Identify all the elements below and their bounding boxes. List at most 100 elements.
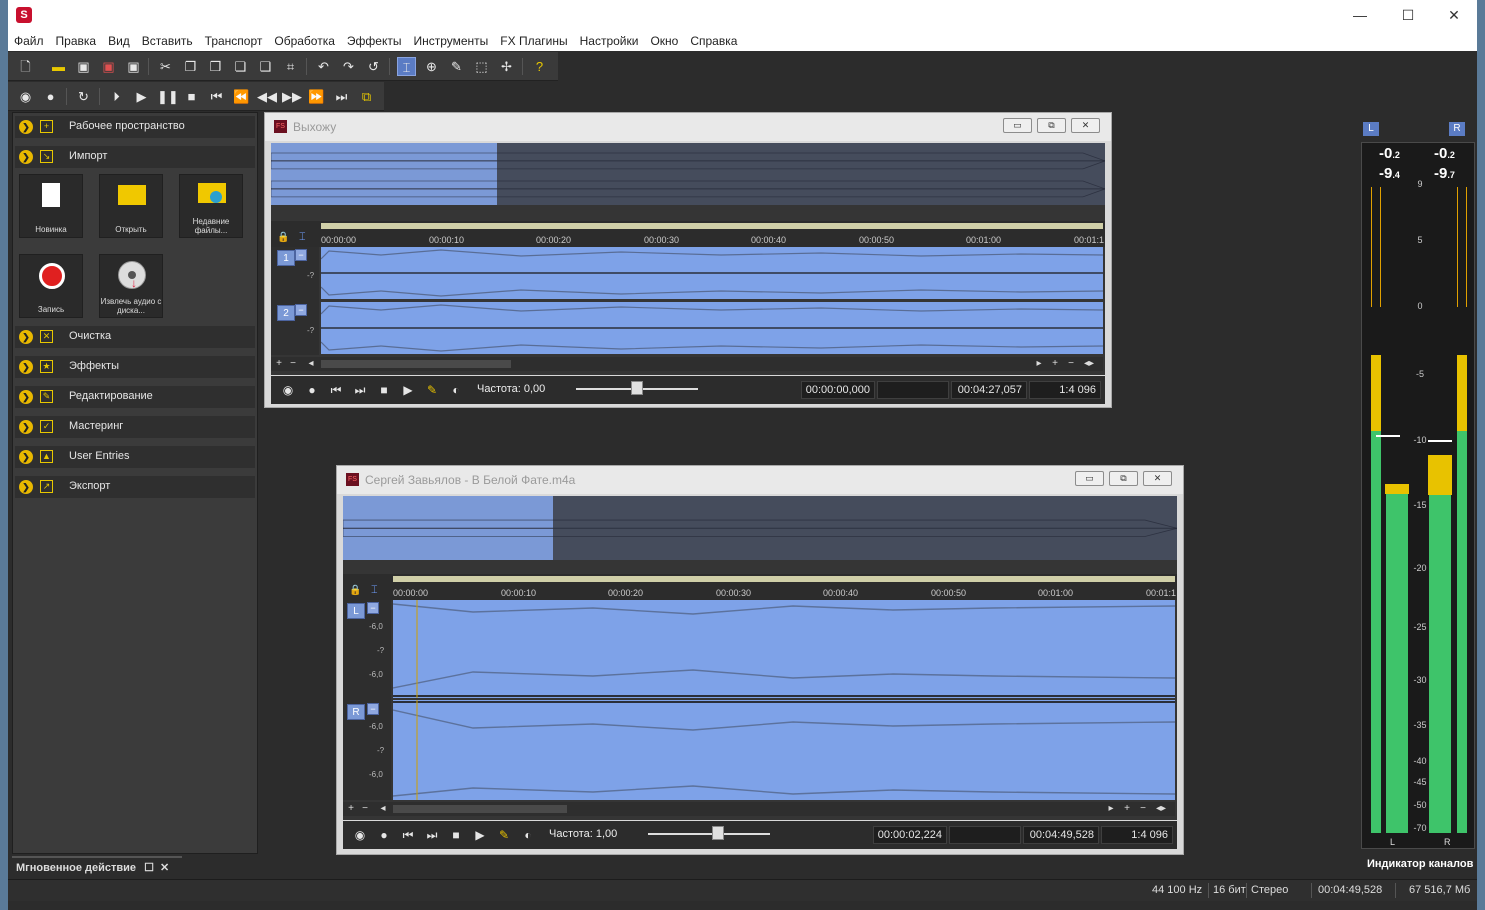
scroll-right-icon[interactable]: ▸ <box>1033 357 1045 371</box>
section-workspace[interactable]: ❯ + Рабочее пространство <box>15 116 255 138</box>
undo-icon[interactable]: ↶ <box>314 57 333 76</box>
menu-window[interactable]: Окно <box>644 31 684 51</box>
tile-recent[interactable]: Недавние файлы... <box>179 174 243 238</box>
playback-rate-slider[interactable] <box>576 381 698 395</box>
scroll-thumb[interactable] <box>393 805 567 813</box>
menu-fx-plugins[interactable]: FX Плагины <box>494 31 573 51</box>
zoom-out-icon[interactable]: − <box>359 802 371 816</box>
section-import[interactable]: ❯ ↘ Импорт <box>15 146 255 168</box>
position-field[interactable]: 00:00:00,000 <box>801 381 875 399</box>
zoom-field[interactable]: 1:4 096 <box>1029 381 1101 399</box>
forward-icon[interactable]: ▶▶ <box>282 87 302 106</box>
maximize-button[interactable]: ☐ <box>1385 4 1431 26</box>
minimize-button[interactable]: ▭ <box>1075 471 1104 486</box>
record-arm-icon[interactable]: ◉ <box>353 828 367 842</box>
new-file-icon[interactable]: 🗋 <box>16 57 35 76</box>
save-icon[interactable]: ▣ <box>74 57 93 76</box>
tile-record[interactable]: Запись <box>19 254 83 318</box>
data-window-2[interactable]: FS Сергей Завьялов - В Белой Фате.m4a ▭ … <box>336 465 1184 855</box>
zoom-tool-icon[interactable]: ⊕ <box>422 57 441 76</box>
horizontal-scrollbar[interactable]: + − ◂ ▸ + − ◂▸ <box>343 802 1175 816</box>
record-arm-icon[interactable]: ◉ <box>16 87 35 106</box>
track-1-waveform[interactable] <box>320 247 1104 299</box>
section-export[interactable]: ❯ ↗ Экспорт <box>15 476 255 498</box>
save-all-icon[interactable]: ▣ <box>124 57 143 76</box>
selection-strip[interactable] <box>393 576 1175 582</box>
channel-right-minimize[interactable]: − <box>367 703 379 715</box>
scroll-right-icon[interactable]: ▸ <box>1105 802 1117 816</box>
minimize-button[interactable]: ▭ <box>1003 118 1032 133</box>
close-icon[interactable]: ✕ <box>160 862 169 874</box>
zoom-field[interactable]: 1:4 096 <box>1101 826 1173 844</box>
section-editing[interactable]: ❯ ✎ Редактирование <box>15 386 255 408</box>
redo-icon[interactable]: ↷ <box>339 57 358 76</box>
zoom-in-icon[interactable]: + <box>1121 802 1133 816</box>
go-end-icon[interactable]: ⏭ <box>353 383 367 397</box>
timeline-ruler[interactable]: 🔒 ⌶ 00:00:00 00:00:10 00:00:20 00:00:30 … <box>343 574 1177 600</box>
menu-edit[interactable]: Правка <box>50 31 103 51</box>
edit-cursor-icon[interactable]: ⌶ <box>299 231 306 244</box>
record-icon[interactable]: ● <box>305 383 319 397</box>
scroll-thumb[interactable] <box>321 360 511 368</box>
track-left-waveform[interactable] <box>392 600 1176 698</box>
undock-icon[interactable]: ☐ <box>144 862 154 874</box>
tile-open[interactable]: Открыть <box>99 174 163 238</box>
go-end-icon[interactable]: ⏭ <box>425 828 439 842</box>
selection-icon[interactable]: ⧉ <box>357 87 376 106</box>
go-start-icon[interactable]: ⏮ <box>329 383 343 397</box>
record-icon[interactable]: ● <box>41 87 60 106</box>
zoom-out-icon[interactable]: − <box>287 357 299 371</box>
channel-2-label[interactable]: 2 <box>277 305 295 321</box>
paste-icon[interactable]: ❒ <box>206 57 225 76</box>
play-all-icon[interactable]: ⏵ <box>107 87 126 106</box>
paste-mix-icon[interactable]: ❏ <box>231 57 250 76</box>
tile-new[interactable]: Новинка <box>19 174 83 238</box>
menu-settings[interactable]: Настройки <box>574 31 645 51</box>
edit-tool-icon[interactable]: ⌶ <box>397 57 416 76</box>
quick-action-tab[interactable]: Мгновенное действие ☐ ✕ <box>12 856 182 876</box>
zoom-in-icon[interactable]: + <box>345 802 357 816</box>
section-mastering[interactable]: ❯ ✓ Мастеринг <box>15 416 255 438</box>
play-icon[interactable]: ▶ <box>132 87 151 106</box>
horizontal-scrollbar[interactable]: + − ◂ ▸ + − ◂▸ <box>271 357 1103 371</box>
data-window-title-bar[interactable]: FS Сергей Завьялов - В Белой Фате.m4a ▭ … <box>337 466 1183 494</box>
section-effects[interactable]: ❯ ★ Эффекты <box>15 356 255 378</box>
position-field[interactable]: 00:00:02,224 <box>873 826 947 844</box>
pencil-tool-icon[interactable]: ✎ <box>447 57 466 76</box>
zoom-fit-icon[interactable]: ◂▸ <box>1083 357 1095 371</box>
edit-cursor-icon[interactable]: ⌶ <box>371 584 378 597</box>
scroll-left-icon[interactable]: ◂ <box>377 802 389 816</box>
menu-transport[interactable]: Транспорт <box>199 31 269 51</box>
record-arm-icon[interactable]: ◉ <box>281 383 295 397</box>
channel-left-minimize[interactable]: − <box>367 602 379 614</box>
waveform-area[interactable]: 🔒 ⌶ 00:00:00 00:00:10 00:00:20 00:00:30 … <box>271 143 1105 375</box>
selection-strip[interactable] <box>321 223 1103 229</box>
prev-marker-icon[interactable]: ⏪ <box>232 87 251 106</box>
menu-view[interactable]: Вид <box>102 31 136 51</box>
pencil-icon[interactable]: ✎ <box>425 383 439 397</box>
channel-1-minimize[interactable]: − <box>295 249 307 261</box>
help-icon[interactable]: ? <box>530 57 549 76</box>
play-icon[interactable]: ▶ <box>401 383 415 397</box>
selection-field[interactable] <box>877 381 949 399</box>
crop-icon[interactable]: ⌗ <box>281 57 300 76</box>
data-window-title-bar[interactable]: FS Выхожу ▭ ⧉ ✕ <box>265 113 1111 141</box>
playback-rate-slider[interactable] <box>648 826 770 840</box>
loop-icon[interactable]: ↻ <box>74 87 93 106</box>
pencil-icon[interactable]: ✎ <box>497 828 511 842</box>
save-as-icon[interactable]: ▣ <box>99 57 118 76</box>
tile-extract-disc[interactable]: ↓ Извлечь аудио с диска... <box>99 254 163 318</box>
go-start-icon[interactable]: ⏮ <box>207 87 226 106</box>
restore-button[interactable]: ⧉ <box>1037 118 1066 133</box>
zoom-fit-icon[interactable]: ◂▸ <box>1155 802 1167 816</box>
restore-button[interactable]: ⧉ <box>1109 471 1138 486</box>
go-end-icon[interactable]: ⏭ <box>332 87 351 106</box>
channel-right-label[interactable]: R <box>347 704 365 720</box>
channel-2-minimize[interactable]: − <box>295 304 307 316</box>
section-user-entries[interactable]: ❯ ▲ User Entries <box>15 446 255 468</box>
menu-insert[interactable]: Вставить <box>136 31 199 51</box>
play-icon[interactable]: ▶ <box>473 828 487 842</box>
stop-icon[interactable]: ■ <box>182 87 201 106</box>
volume-icon[interactable]: ◐ <box>521 828 535 842</box>
overview-bar[interactable] <box>343 496 1177 560</box>
